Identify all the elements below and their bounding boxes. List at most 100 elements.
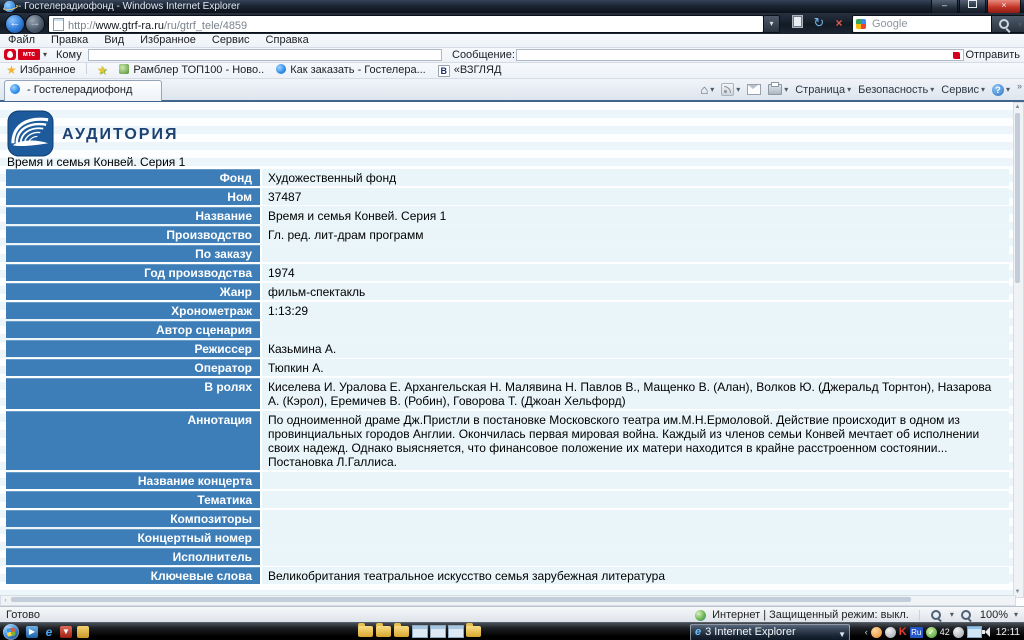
tab-gosteleradiofond[interactable]: - Гостелерадиофонд <box>4 80 162 101</box>
zoom-dropdown-icon[interactable]: ▾ <box>950 608 954 622</box>
address-dropdown-button[interactable]: ▾ <box>764 15 780 33</box>
safety-menu-button[interactable]: Безопасность▾ <box>858 84 934 96</box>
help-button[interactable]: ?▾ <box>992 84 1010 96</box>
search-input[interactable] <box>870 16 990 32</box>
toolbar-overflow-chevron[interactable]: » <box>1017 81 1022 91</box>
window-thumbnail[interactable] <box>412 625 428 638</box>
change-zoom-icon[interactable] <box>930 609 944 621</box>
add-favorite-button[interactable]: ★ <box>91 63 114 78</box>
clock[interactable]: 12:11 <box>996 627 1020 638</box>
row-value: Киселева И. Уралова Е. Архангельская Н. … <box>262 378 1009 409</box>
favorites-link-rambler[interactable]: Рамблер ТОП100 - Ново.. <box>113 63 270 78</box>
table-row: Композиторы <box>6 510 1009 527</box>
favorites-link-vzglyad[interactable]: B«ВЗГЛЯД <box>432 63 508 78</box>
search-box[interactable] <box>852 15 992 33</box>
read-mail-button[interactable] <box>747 84 761 95</box>
window-thumbnail[interactable] <box>430 625 446 638</box>
title-bar[interactable]: - Гостелерадиофонд - Windows Internet Ex… <box>0 0 1024 13</box>
scrollbar-thumb[interactable] <box>11 597 911 602</box>
tray-messenger-icon[interactable] <box>871 627 882 638</box>
url-host: www.gtrf-ra.ru <box>96 20 164 32</box>
menu-favorites[interactable]: Избранное <box>132 34 204 47</box>
horizontal-scrollbar[interactable]: ‹ <box>0 595 1016 606</box>
zoom-level[interactable]: 100% <box>980 608 1008 622</box>
folder-window-icon[interactable] <box>466 626 481 637</box>
start-button[interactable] <box>3 624 19 640</box>
tray-antivirus-icon[interactable]: K <box>899 625 907 639</box>
favorites-button[interactable]: ★ Избранное <box>0 63 82 78</box>
ie-taskbar-button[interactable]: e3 Internet Explorer ▼ <box>690 624 850 640</box>
favorites-link-gtrf[interactable]: Как заказать - Гостелера... <box>270 63 432 78</box>
stop-button[interactable]: × <box>830 15 848 31</box>
print-button[interactable]: ▾ <box>768 84 788 95</box>
rss-icon <box>721 83 734 96</box>
send-label: Отправить <box>965 49 1020 61</box>
folder-window-icon[interactable] <box>394 626 409 637</box>
page-menu-button[interactable]: Страница▾ <box>795 84 851 96</box>
network-icon[interactable] <box>967 626 982 638</box>
address-bar[interactable]: http://www.gtrf-ra.ru/ru/gtrf_tele/4859 <box>48 15 764 33</box>
zoom-magnifier-icon[interactable] <box>960 609 974 621</box>
taskbar-group-dropdown-icon[interactable]: ▼ <box>838 628 846 640</box>
quick-launch-media-icon[interactable]: ▶ <box>26 626 38 638</box>
minimize-button[interactable]: – <box>931 0 958 14</box>
status-bar: Готово Интернет | Защищенный режим: выкл… <box>0 606 1024 623</box>
close-button[interactable]: × <box>987 0 1021 14</box>
tray-app-icon[interactable] <box>885 627 896 638</box>
compatibility-view-button[interactable] <box>788 15 806 31</box>
row-label: Аннотация <box>6 411 262 470</box>
tray-update-icon[interactable]: ✓ <box>926 627 937 638</box>
table-row: АннотацияПо одноименной драме Дж.Пристли… <box>6 411 1009 470</box>
folder-window-icon[interactable] <box>376 626 391 637</box>
mts-brand-badge[interactable]: мтс <box>18 49 40 60</box>
back-button[interactable]: ← <box>5 14 25 34</box>
search-button[interactable]: ▾ <box>991 15 1024 33</box>
scroll-up-icon[interactable]: ▲ <box>1014 103 1021 112</box>
vertical-scrollbar[interactable]: ▲ ▼ <box>1013 102 1024 598</box>
tray-clock-icon[interactable] <box>953 627 964 638</box>
quick-launch-ie-icon[interactable]: e <box>43 626 55 638</box>
home-button[interactable]: ⌂▾ <box>700 84 714 96</box>
row-value: Тюпкин А. <box>262 359 1009 376</box>
language-indicator[interactable]: Ru <box>910 627 923 638</box>
menu-help[interactable]: Справка <box>258 34 317 47</box>
sms-toolbar: мтс ▾ Кому Сообщение: Отправить <box>0 48 1024 63</box>
metadata-table: ФондХудожественный фондНом37487НазваниеВ… <box>6 169 1009 586</box>
menu-edit[interactable]: Правка <box>43 34 96 47</box>
scrollbar-thumb[interactable] <box>1015 113 1020 283</box>
refresh-button[interactable]: ↻ <box>810 15 828 31</box>
mts-dropdown-icon[interactable]: ▾ <box>43 50 47 59</box>
menu-view[interactable]: Вид <box>96 34 132 47</box>
search-options-icon[interactable]: ▾ <box>1018 20 1022 29</box>
menu-file[interactable]: Файл <box>0 34 43 47</box>
sms-message-label: Сообщение: <box>452 48 515 62</box>
row-value <box>262 510 1009 527</box>
command-bar: ⌂▾ ▾ ▾ Страница▾ Безопасность▾ Сервис▾ ?… <box>700 80 1010 99</box>
zoom-level-dropdown-icon[interactable]: ▾ <box>1014 608 1018 622</box>
window-thumbnail[interactable] <box>448 625 464 638</box>
broken-page-icon <box>792 15 803 28</box>
tools-menu-button[interactable]: Сервис▾ <box>941 84 985 96</box>
rambler-icon <box>119 64 129 74</box>
quick-launch-download-icon[interactable]: ▼ <box>60 626 72 638</box>
sms-to-input[interactable] <box>88 49 442 61</box>
scroll-left-icon[interactable]: ‹ <box>2 597 9 606</box>
volume-icon[interactable] <box>985 627 990 637</box>
sms-send-button[interactable]: Отправить <box>953 48 1020 62</box>
mts-logo-icon[interactable] <box>4 49 16 60</box>
maximize-button[interactable] <box>959 0 986 14</box>
dropdown-icon: ▾ <box>736 85 740 94</box>
sms-message-input[interactable] <box>516 49 964 61</box>
tray-collapse-icon[interactable]: ‹ <box>865 627 868 637</box>
dropdown-icon: ▾ <box>710 85 714 94</box>
url-scheme: http:// <box>68 20 96 32</box>
feeds-button[interactable]: ▾ <box>721 83 740 96</box>
folder-window-icon[interactable] <box>358 626 373 637</box>
google-icon <box>856 19 866 29</box>
quick-launch-mail-icon[interactable] <box>77 626 89 638</box>
forward-button[interactable]: → <box>25 14 45 34</box>
menu-tools[interactable]: Сервис <box>204 34 258 47</box>
tray-counter[interactable]: 42 <box>940 627 950 637</box>
table-row: РежиссерКазьмина А. <box>6 340 1009 357</box>
favorites-label: Избранное <box>20 64 76 76</box>
